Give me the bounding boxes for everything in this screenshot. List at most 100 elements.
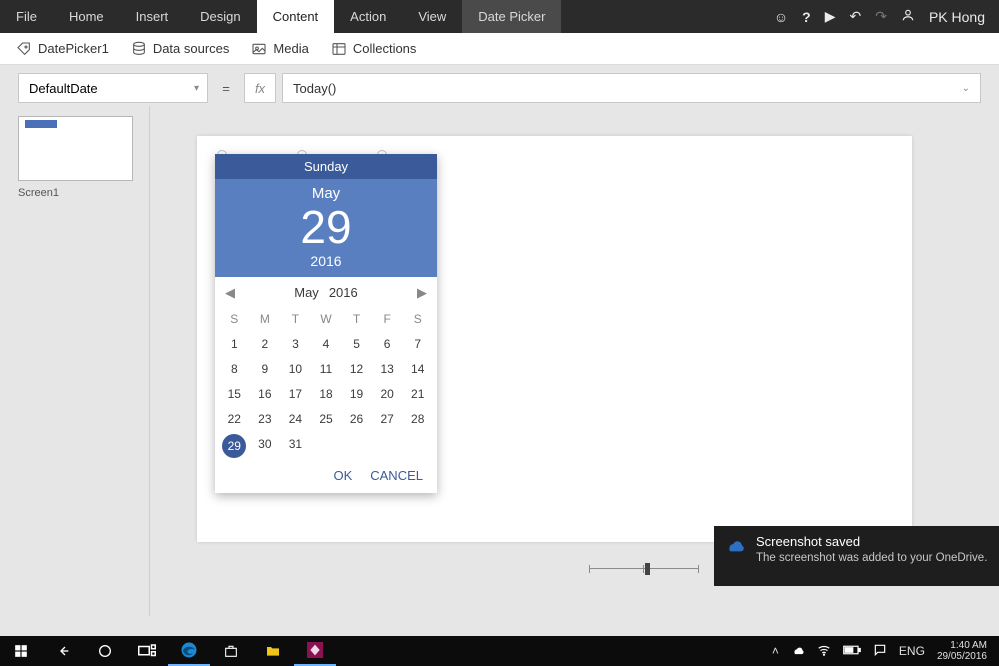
- dp-day-cell[interactable]: 5: [341, 332, 372, 357]
- tab-content[interactable]: Content: [257, 0, 335, 33]
- chevron-down-icon: ▾: [194, 83, 199, 94]
- dp-header-day[interactable]: 29: [215, 202, 437, 253]
- help-icon[interactable]: ?: [802, 9, 811, 25]
- taskbar-app-explorer[interactable]: [252, 636, 294, 666]
- onedrive-toast[interactable]: Screenshot saved The screenshot was adde…: [714, 526, 999, 586]
- user-icon[interactable]: [901, 8, 915, 25]
- dp-weekday-header: T: [341, 307, 372, 332]
- ribbon-collections-label: Collections: [353, 41, 417, 56]
- dp-day-cell[interactable]: 7: [402, 332, 433, 357]
- screen-thumbnail-label: Screen1: [18, 187, 140, 199]
- dp-day-cell[interactable]: 19: [341, 382, 372, 407]
- dp-nav-year[interactable]: 2016: [329, 285, 358, 300]
- dp-day-cell[interactable]: 14: [402, 357, 433, 382]
- tray-wifi-icon[interactable]: [817, 643, 831, 660]
- dp-header-year[interactable]: 2016: [215, 253, 437, 269]
- taskbar-app-powerapps[interactable]: [294, 636, 336, 666]
- tab-datepicker-context[interactable]: Date Picker: [462, 0, 561, 33]
- formula-input[interactable]: Today() ⌄: [282, 73, 981, 103]
- dp-day-cell[interactable]: 17: [280, 382, 311, 407]
- tab-view[interactable]: View: [402, 0, 462, 33]
- thumb-menu-icon[interactable]: •••: [0, 110, 1, 122]
- start-button[interactable]: [0, 636, 42, 666]
- dp-day-cell[interactable]: 18: [311, 382, 342, 407]
- property-selector[interactable]: DefaultDate ▾: [18, 73, 208, 103]
- ribbon-media[interactable]: Media: [251, 41, 308, 57]
- dp-day-cell[interactable]: 25: [311, 407, 342, 432]
- tray-chevron-icon[interactable]: ˄: [772, 644, 779, 658]
- dp-day-cell[interactable]: 3: [280, 332, 311, 357]
- dp-day-cell[interactable]: 8: [219, 357, 250, 382]
- tab-insert[interactable]: Insert: [120, 0, 185, 33]
- user-name[interactable]: PK Hong: [929, 9, 985, 25]
- dp-day-cell[interactable]: 27: [372, 407, 403, 432]
- tray-notifications-icon[interactable]: [873, 643, 887, 660]
- dp-day-cell[interactable]: 16: [250, 382, 281, 407]
- fx-button[interactable]: fx: [244, 73, 276, 103]
- tray-battery-icon[interactable]: [843, 644, 861, 659]
- taskbar-app-edge[interactable]: [168, 636, 210, 666]
- dp-day-cell[interactable]: 12: [341, 357, 372, 382]
- dp-day-cell[interactable]: 1: [219, 332, 250, 357]
- dp-cancel-button[interactable]: CANCEL: [370, 468, 423, 483]
- design-canvas[interactable]: Sunday May 29 2016 ◀ May 2016 ▶ SMTWTFS1…: [197, 136, 912, 542]
- dp-next-month[interactable]: ▶: [417, 285, 427, 301]
- dp-day-cell[interactable]: 9: [250, 357, 281, 382]
- dp-day-cell[interactable]: 2: [250, 332, 281, 357]
- dp-prev-month[interactable]: ◀: [225, 285, 235, 301]
- dp-day-cell[interactable]: 23: [250, 407, 281, 432]
- tray-clock[interactable]: 1:40 AM 29/05/2016: [937, 640, 993, 663]
- formula-expression: Today(): [293, 81, 336, 96]
- zoom-slider[interactable]: [589, 562, 699, 576]
- tab-design[interactable]: Design: [184, 0, 256, 33]
- ribbon-control-label[interactable]: DatePicker1: [16, 41, 109, 57]
- dp-day-cell[interactable]: 21: [402, 382, 433, 407]
- dp-day-cell[interactable]: 20: [372, 382, 403, 407]
- ribbon-data-sources-label: Data sources: [153, 41, 230, 56]
- dp-ok-button[interactable]: OK: [333, 468, 352, 483]
- tray-onedrive-icon[interactable]: [791, 643, 805, 660]
- dp-weekday-header: M: [250, 307, 281, 332]
- tray-language[interactable]: ENG: [899, 644, 925, 658]
- tag-icon: [16, 41, 32, 57]
- tab-action[interactable]: Action: [334, 0, 402, 33]
- dp-weekday-header: S: [402, 307, 433, 332]
- ribbon-collections[interactable]: Collections: [331, 41, 417, 57]
- screen-thumbnail[interactable]: [18, 116, 133, 181]
- dp-day-cell[interactable]: 28: [402, 407, 433, 432]
- dp-header-month[interactable]: May: [215, 185, 437, 202]
- dp-day-cell[interactable]: 30: [250, 432, 281, 460]
- cortana-button[interactable]: [84, 636, 126, 666]
- feedback-icon[interactable]: ☺: [774, 9, 788, 25]
- zoom-thumb[interactable]: [645, 563, 650, 575]
- dp-day-cell[interactable]: 13: [372, 357, 403, 382]
- dp-day-cell[interactable]: 6: [372, 332, 403, 357]
- taskbar-app-store[interactable]: [210, 636, 252, 666]
- windows-taskbar: ˄ ENG 1:40 AM 29/05/2016: [0, 636, 999, 666]
- dp-day-cell[interactable]: 24: [280, 407, 311, 432]
- dp-day-cell[interactable]: 4: [311, 332, 342, 357]
- dp-nav-month[interactable]: May: [294, 285, 319, 300]
- dp-day-cell[interactable]: 26: [341, 407, 372, 432]
- dp-day-cell[interactable]: 31: [280, 432, 311, 460]
- toast-title: Screenshot saved: [756, 534, 987, 549]
- tab-home[interactable]: Home: [53, 0, 120, 33]
- dp-day-cell[interactable]: 15: [219, 382, 250, 407]
- dp-day-cell[interactable]: 22: [219, 407, 250, 432]
- chevron-down-icon[interactable]: ⌄: [962, 83, 970, 94]
- titlebar-actions: ☺ ? ▶ ↶ ↷ PK Hong: [760, 0, 999, 33]
- dp-weekday-header: W: [311, 307, 342, 332]
- task-view-icon: [138, 644, 156, 658]
- play-icon[interactable]: ▶: [825, 8, 836, 25]
- redo-icon[interactable]: ↷: [875, 8, 887, 25]
- undo-icon[interactable]: ↶: [849, 8, 861, 25]
- dp-weekday-header: T: [280, 307, 311, 332]
- task-back-button[interactable]: [42, 636, 84, 666]
- task-view-button[interactable]: [126, 636, 168, 666]
- tab-file[interactable]: File: [0, 0, 53, 33]
- dp-day-cell[interactable]: 10: [280, 357, 311, 382]
- ribbon-data-sources[interactable]: Data sources: [131, 41, 230, 57]
- dp-day-empty: [372, 432, 403, 460]
- dp-day-cell[interactable]: 29: [222, 434, 246, 458]
- dp-day-cell[interactable]: 11: [311, 357, 342, 382]
